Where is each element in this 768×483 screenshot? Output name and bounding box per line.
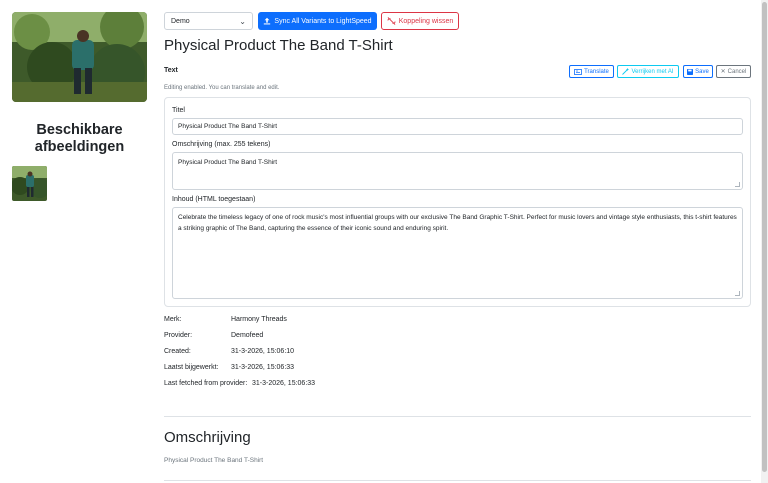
upload-icon [263, 17, 271, 25]
provider-value: Demofeed [231, 332, 264, 339]
store-select[interactable]: Demo ⌄ [164, 12, 253, 30]
save-button[interactable]: Save [683, 65, 713, 78]
title-field-label: Titel [172, 107, 185, 114]
resize-handle[interactable] [735, 291, 740, 296]
store-select-value: Demo [171, 17, 190, 25]
description-text: Physical Product The Band T-Shirt [178, 159, 278, 166]
available-images-title: Beschikbare afbeeldingen [34, 122, 125, 155]
close-icon: ✕ [720, 69, 726, 75]
enrich-ai-button[interactable]: Verrijken met AI [617, 65, 679, 78]
fetched-value: 31-3-2026, 15:06:33 [252, 380, 316, 387]
scrollbar-thumb[interactable] [762, 2, 767, 472]
product-main-image [12, 12, 147, 102]
fetched-label: Last fetched from provider: [164, 380, 248, 387]
brand-value: Harmony Threads [231, 316, 287, 323]
page-title: Physical Product The Band T-Shirt [164, 37, 393, 54]
description-field-label: Omschrijving (max. 255 tekens) [172, 141, 271, 148]
translate-icon [574, 68, 582, 75]
title-input[interactable]: Physical Product The Band T-Shirt [172, 118, 743, 135]
content-textarea[interactable]: Celebrate the timeless legacy of one of … [172, 207, 743, 299]
translate-label: Translate [584, 68, 609, 75]
unlink-button[interactable]: Koppeling wissen [381, 12, 459, 30]
save-icon [687, 68, 694, 75]
editing-note: Editing enabled. You can translate and e… [164, 85, 280, 91]
image-thumbnail[interactable] [12, 166, 47, 201]
provider-label: Provider: [164, 332, 193, 339]
updated-value: 31-3-2026, 15:06:33 [231, 364, 295, 371]
sync-variants-label: Sync All Variants to LightSpeed [274, 17, 372, 25]
cancel-button[interactable]: ✕ Cancel [716, 65, 751, 78]
enrich-ai-label: Verrijken met AI [631, 68, 674, 75]
text-section-label: Text [164, 67, 178, 74]
divider [164, 416, 751, 417]
cancel-label: Cancel [727, 68, 747, 75]
translate-button[interactable]: Translate [569, 65, 614, 78]
description-section-text: Physical Product The Band T-Shirt [164, 457, 264, 464]
magic-wand-icon [622, 68, 630, 75]
created-label: Created: [164, 348, 191, 355]
description-section-title: Omschrijving [164, 429, 251, 446]
unlink-label: Koppeling wissen [398, 17, 454, 25]
save-label: Save [695, 68, 709, 75]
unlink-icon [387, 17, 396, 25]
sync-variants-button[interactable]: Sync All Variants to LightSpeed [258, 12, 377, 30]
divider [164, 480, 751, 481]
resize-handle[interactable] [735, 182, 740, 187]
created-value: 31-3-2026, 15:06:10 [231, 348, 295, 355]
content-field-label: Inhoud (HTML toegestaan) [172, 196, 256, 203]
chevron-down-icon: ⌄ [239, 16, 246, 26]
brand-label: Merk: [164, 316, 182, 323]
updated-label: Laatst bijgewerkt: [164, 364, 219, 371]
description-textarea[interactable]: Physical Product The Band T-Shirt [172, 152, 743, 190]
content-text: Celebrate the timeless legacy of one of … [178, 214, 737, 232]
